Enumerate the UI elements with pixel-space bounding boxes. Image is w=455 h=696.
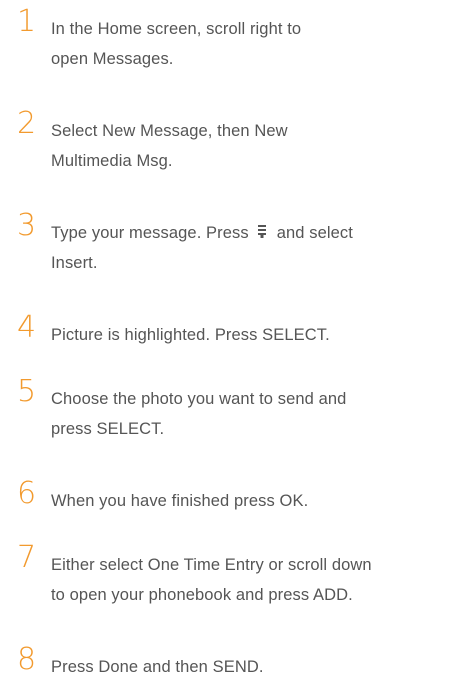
step-text-segment: Type your message. Press [51,224,249,242]
step-text-line: Picture is highlighted. Press SELECT. [51,326,330,344]
step-text: When you have finished press OK. [51,486,451,516]
step-number: 2 [17,106,37,141]
step-number: 6 [17,476,37,511]
step-text: Choose the photo you want to send and pr… [51,384,451,444]
step-text-line: press SELECT. [51,420,165,438]
step-text-line: Type your message. Press and select [51,218,451,248]
step-text-line: Multimedia Msg. [51,152,173,170]
step-text: Select New Message, then New Multimedia … [51,116,451,176]
step-number: 1 [17,4,37,39]
step-number: 5 [17,374,37,409]
step-number: 7 [17,540,37,575]
step-number: 3 [17,208,37,243]
menu-icon [257,225,266,238]
step-text: Either select One Time Entry or scroll d… [51,550,451,610]
step-text: Picture is highlighted. Press SELECT. [51,320,451,350]
step-text-line: Insert. [51,254,98,272]
step-text-line: When you have finished press OK. [51,492,309,510]
step-number: 8 [17,642,37,677]
step-text-line: to open your phonebook and press ADD. [51,586,353,604]
step-text-line: Select New Message, then New [51,122,288,140]
step-number: 4 [17,310,37,345]
step-text-line: In the Home screen, scroll right to [51,20,302,38]
step-text-line: Choose the photo you want to send and [51,390,347,408]
step-text: Type your message. Press and select Inser… [51,218,451,278]
step-text-line: Either select One Time Entry or scroll d… [51,556,372,574]
instruction-steps: 1 In the Home screen, scroll right to op… [0,0,455,696]
step-text-segment: and select [276,224,353,242]
step-text-line: Press Done and then SEND. [51,658,264,676]
step-text: In the Home screen, scroll right to open… [51,14,451,74]
step-text-line: open Messages. [51,50,174,68]
step-text: Press Done and then SEND. [51,652,451,682]
